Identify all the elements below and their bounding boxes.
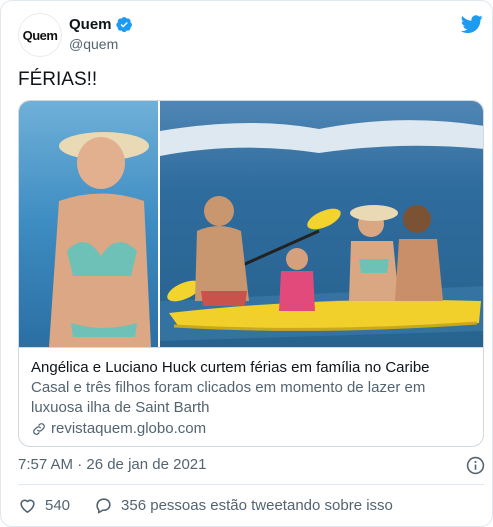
author-display-name[interactable]: Quem <box>69 16 112 33</box>
divider <box>18 484 484 485</box>
card-info[interactable]: Angélica e Luciano Huck curtem férias em… <box>19 347 483 446</box>
avatar-logo-text: Quem <box>22 27 58 43</box>
link-icon <box>33 423 45 435</box>
verified-badge-icon <box>115 17 132 33</box>
card-domain-row[interactable]: revistaquem.globo.com <box>31 419 473 439</box>
tweet-actions: 540 356 pessoas estão tweetando sobre is… <box>18 496 393 515</box>
tweet-text: FÉRIAS!! <box>18 69 98 90</box>
info-icon[interactable] <box>466 456 485 475</box>
comment-bubble-icon[interactable] <box>94 496 113 515</box>
heart-icon[interactable] <box>18 496 37 515</box>
avatar[interactable]: Quem <box>18 13 62 57</box>
author-name-row: Quem <box>69 16 133 33</box>
card-domain: revistaquem.globo.com <box>51 420 207 437</box>
twitter-bird-icon[interactable] <box>460 13 484 35</box>
talking-text: 356 pessoas estão tweetando sobre isso <box>121 497 393 514</box>
like-action[interactable]: 540 <box>18 496 70 515</box>
link-preview-card[interactable]: Angélica e Luciano Huck curtem férias em… <box>18 100 484 447</box>
card-description: Casal e três filhos foram clicados em mo… <box>31 379 426 416</box>
talking-action[interactable]: 356 pessoas estão tweetando sobre isso <box>94 496 393 515</box>
embedded-tweet: Quem Quem @quem FÉRIAS!! Angélica e Luci… <box>0 0 493 527</box>
author-handle[interactable]: @quem <box>69 36 118 52</box>
card-photo <box>19 101 483 347</box>
like-count: 540 <box>45 497 71 514</box>
tweet-timestamp[interactable]: 7:57 AM · 26 de jan de 2021 <box>18 456 206 473</box>
card-title[interactable]: Angélica e Luciano Huck curtem férias em… <box>31 358 473 378</box>
